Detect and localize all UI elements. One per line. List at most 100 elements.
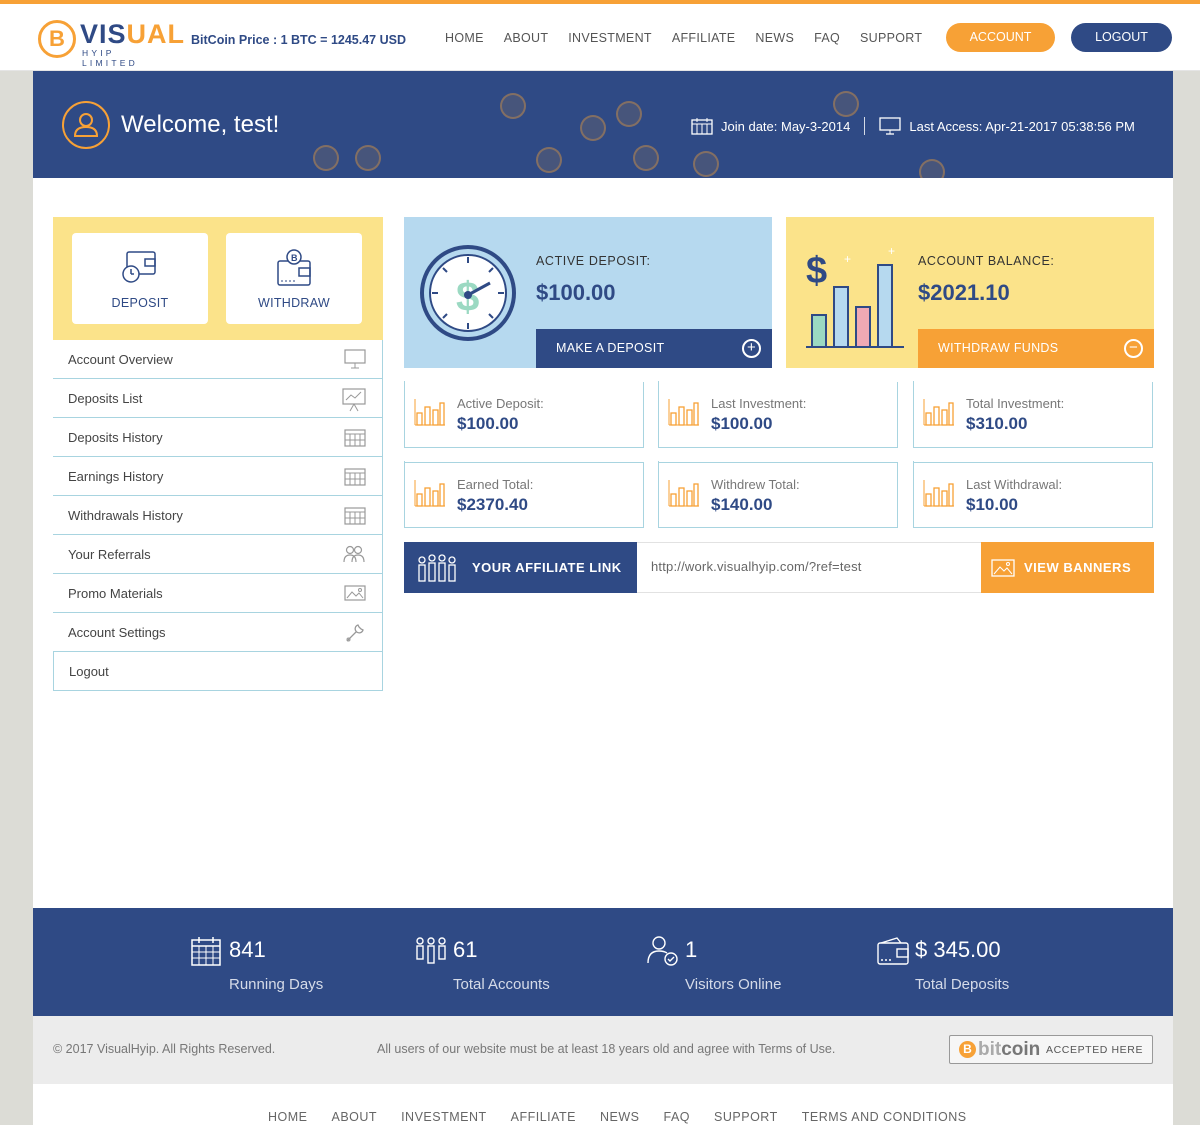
footer-nav-support[interactable]: SUPPORT	[714, 1110, 778, 1124]
site-stats-bar: 841 Running Days 61 Total Accounts 1 Vis…	[33, 908, 1173, 1016]
tile-label: Withdrew Total:	[711, 477, 800, 492]
bar-chart-icon	[668, 399, 699, 426]
stat-tile-last-withdrawal: Last Withdrawal: $10.00	[913, 461, 1153, 528]
dashboard-panel: DEPOSIT B WITHDRAW Account Overview Depo…	[33, 178, 1173, 908]
bar-chart-icon	[668, 480, 699, 507]
footer-nav: HOME ABOUT INVESTMENT AFFILIATE NEWS FAQ…	[33, 1084, 1173, 1125]
logout-button[interactable]: LOGOUT	[1071, 23, 1172, 52]
bitcoin-logo-icon: B	[38, 20, 76, 58]
affiliate-link-label-box: YOUR AFFILIATE LINK	[404, 542, 637, 593]
sidebar-item-label: Deposits History	[68, 430, 163, 445]
btc-price: BitCoin Price : 1 BTC = 1245.47 USD	[191, 33, 407, 47]
nav-about[interactable]: ABOUT	[504, 31, 549, 45]
bitcoin-accepted-badge: B bitcoin ACCEPTED HERE	[949, 1035, 1153, 1064]
sidebar-item-label: Your Referrals	[68, 547, 151, 562]
make-deposit-button[interactable]: MAKE A DEPOSIT +	[536, 329, 772, 368]
sidebar-item-promo-materials[interactable]: Promo Materials	[53, 574, 382, 613]
welcome-text: Welcome, test!	[121, 111, 280, 138]
footer-nav-news[interactable]: NEWS	[600, 1110, 640, 1124]
active-deposit-card: $ ACTIVE DEPOSIT: $100.00 MAKE A DEPOSIT…	[404, 217, 772, 368]
bitcoin-word-part: bit	[978, 1039, 1002, 1060]
tile-value: $140.00	[711, 495, 773, 514]
sidebar-item-label: Promo Materials	[68, 586, 163, 601]
coin-decoration	[616, 101, 642, 127]
active-deposit-label: ACTIVE DEPOSIT:	[536, 254, 651, 268]
sidebar-item-withdrawals-history[interactable]: Withdrawals History	[53, 496, 382, 535]
copyright: © 2017 VisualHyip. All Rights Reserved.	[53, 1042, 276, 1056]
sidebar-item-label: Withdrawals History	[68, 508, 183, 523]
calendar-icon	[191, 937, 221, 966]
withdraw-button[interactable]: B WITHDRAW	[226, 233, 362, 324]
svg-text:+: +	[844, 252, 851, 266]
footer-nav-home[interactable]: HOME	[268, 1110, 308, 1124]
image-icon	[344, 585, 366, 601]
stopwatch-dollar-icon: $	[420, 245, 516, 341]
welcome-banner: Welcome, test! Join date: May-3-2014 Las…	[33, 71, 1173, 178]
sidebar-item-label: Account Overview	[68, 352, 173, 367]
nav-support[interactable]: SUPPORT	[860, 31, 922, 45]
sidebar-item-deposits-history[interactable]: Deposits History	[53, 418, 382, 457]
stat-tile-earned-total: Earned Total: $2370.40	[404, 461, 644, 528]
account-balance-card: $ + + ACCOUNT BALANCE: $2021.10 WITHDRAW…	[786, 217, 1154, 368]
account-balance-label: ACCOUNT BALANCE:	[918, 254, 1055, 268]
stat-label: Running Days	[229, 976, 324, 993]
age-notice: All users of our website must be at leas…	[377, 1042, 836, 1056]
account-button[interactable]: ACCOUNT	[946, 23, 1055, 52]
nav-investment[interactable]: INVESTMENT	[568, 31, 652, 45]
sidebar-item-label: Deposits List	[68, 391, 143, 406]
view-banners-button[interactable]: VIEW BANNERS	[981, 542, 1154, 593]
stat-number: 61	[453, 937, 478, 962]
affiliate-url[interactable]: http://work.visualhyip.com/?ref=test	[651, 559, 862, 574]
affiliate-link-label: YOUR AFFILIATE LINK	[472, 560, 622, 575]
coin-decoration	[313, 145, 339, 171]
image-icon	[991, 559, 1015, 577]
footer-nav-faq[interactable]: FAQ	[664, 1110, 691, 1124]
bar-chart-dollar-icon: $ + +	[806, 244, 904, 348]
account-meta: Join date: May-3-2014 Last Access: Apr-2…	[691, 117, 1135, 135]
coin-decoration	[536, 147, 562, 173]
nav-home[interactable]: HOME	[445, 31, 484, 45]
nav-faq[interactable]: FAQ	[814, 31, 840, 45]
stat-tile-total-investment: Total Investment: $310.00	[913, 381, 1153, 448]
nav-news[interactable]: NEWS	[755, 31, 794, 45]
minus-circle-icon: −	[1124, 339, 1143, 358]
sidebar-item-logout[interactable]: Logout	[53, 652, 382, 691]
bitcoin-word-part: coin	[1001, 1039, 1041, 1060]
withdraw-label: WITHDRAW	[257, 296, 331, 310]
sidebar-item-your-referrals[interactable]: Your Referrals	[53, 535, 382, 574]
nav-affiliate[interactable]: AFFILIATE	[672, 31, 736, 45]
sidebar-item-account-overview[interactable]: Account Overview	[53, 340, 382, 379]
calendar-icon	[344, 429, 366, 447]
tile-label: Active Deposit:	[457, 396, 544, 411]
bar-chart-icon	[923, 399, 954, 426]
wallet-bitcoin-icon: B	[277, 249, 311, 286]
footer-nav-terms[interactable]: TERMS AND CONDITIONS	[802, 1110, 967, 1124]
deposit-button[interactable]: DEPOSIT	[72, 233, 208, 324]
footer-nav-investment[interactable]: INVESTMENT	[401, 1110, 487, 1124]
sidebar-item-earnings-history[interactable]: Earnings History	[53, 457, 382, 496]
stat-number: 1	[685, 937, 698, 962]
coin-decoration	[580, 115, 606, 141]
sidebar-item-deposits-list[interactable]: Deposits List	[53, 379, 382, 418]
stat-number: 841	[229, 937, 266, 962]
stat-label: Total Deposits	[915, 976, 1010, 993]
stat-label: Visitors Online	[685, 976, 782, 993]
last-access: Last Access: Apr-21-2017 05:38:56 PM	[909, 118, 1135, 134]
calendar-icon	[344, 468, 366, 486]
withdraw-funds-button[interactable]: WITHDRAW FUNDS −	[918, 329, 1154, 368]
footer-nav-about[interactable]: ABOUT	[332, 1110, 378, 1124]
accepted-here: ACCEPTED HERE	[1046, 1044, 1144, 1056]
logo[interactable]: B VISUAL HYIP LIMITED	[38, 18, 184, 68]
bar-chart-icon	[414, 399, 445, 426]
calendar-icon	[691, 118, 713, 135]
monitor-icon	[344, 349, 366, 369]
bitcoin-wordmark: bitcoin	[978, 1039, 1040, 1061]
footer-nav-affiliate[interactable]: AFFILIATE	[511, 1110, 576, 1124]
users-icon	[416, 937, 446, 964]
team-icon	[418, 554, 456, 582]
footer: © 2017 VisualHyip. All Rights Reserved. …	[33, 1016, 1173, 1084]
coin-decoration	[355, 145, 381, 171]
coin-decoration	[633, 145, 659, 171]
sidebar-item-account-settings[interactable]: Account Settings	[53, 613, 382, 652]
account-balance-value: $2021.10	[918, 280, 1010, 305]
